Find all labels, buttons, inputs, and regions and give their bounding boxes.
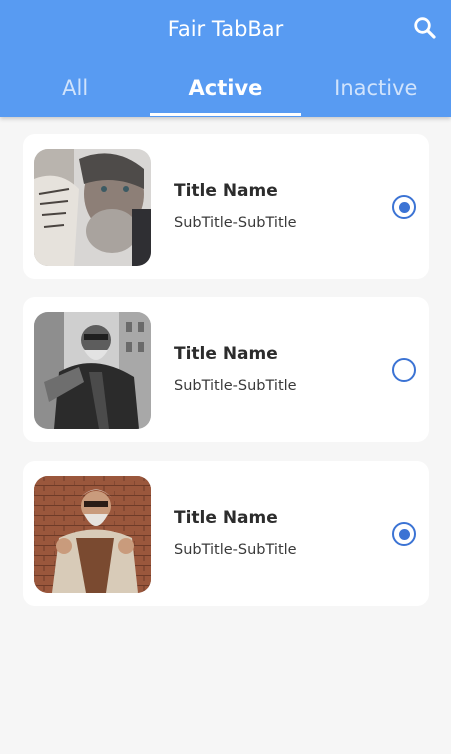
tab-label: Active	[188, 76, 263, 100]
tab-label: All	[62, 76, 89, 100]
item-title: Title Name	[174, 344, 278, 364]
tab-label: Inactive	[334, 76, 418, 100]
avatar	[34, 476, 151, 593]
item-title: Title Name	[174, 181, 278, 201]
app-bar: Fair TabBar All Active Inactive	[0, 0, 451, 117]
radio-button[interactable]	[392, 358, 416, 382]
tab-all[interactable]: All	[0, 66, 150, 117]
list-item[interactable]: Title Name SubTitle-SubTitle	[23, 461, 429, 606]
app-title: Fair TabBar	[167, 17, 284, 41]
tab-indicator	[150, 113, 301, 116]
item-subtitle: SubTitle-SubTitle	[174, 542, 297, 558]
list-item[interactable]: Title Name SubTitle-SubTitle	[23, 297, 429, 442]
tab-bar: All Active Inactive	[0, 66, 451, 117]
tab-inactive[interactable]: Inactive	[301, 66, 451, 117]
radio-dot	[398, 528, 410, 540]
radio-button[interactable]	[392, 522, 416, 546]
list-item[interactable]: Title Name SubTitle-SubTitle	[23, 134, 429, 279]
radio-dot	[398, 201, 410, 213]
item-subtitle: SubTitle-SubTitle	[174, 378, 297, 394]
tab-active[interactable]: Active	[150, 66, 301, 117]
item-title: Title Name	[174, 508, 278, 528]
avatar	[34, 149, 151, 266]
search-icon[interactable]	[412, 15, 438, 41]
avatar	[34, 312, 151, 429]
radio-button[interactable]	[392, 195, 416, 219]
item-subtitle: SubTitle-SubTitle	[174, 215, 297, 231]
